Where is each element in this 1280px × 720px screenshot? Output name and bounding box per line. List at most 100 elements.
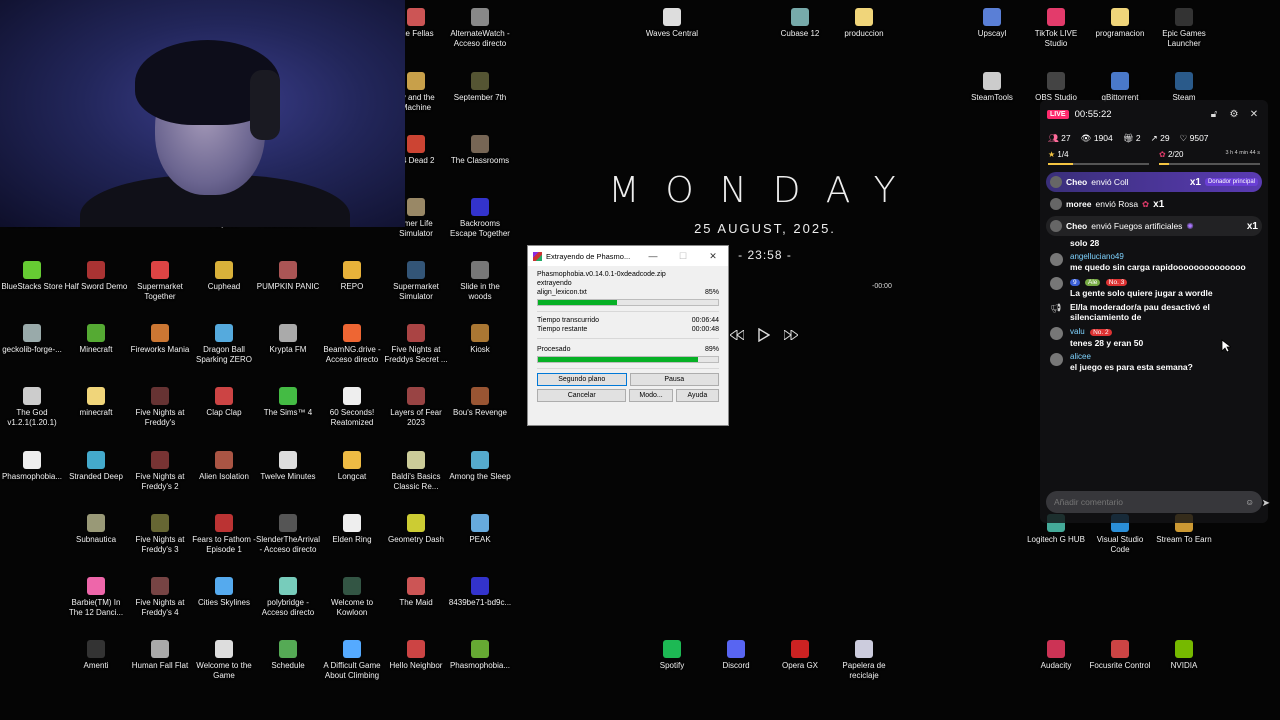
desktop-icon[interactable]: Focusrite Control (1088, 640, 1152, 671)
close-icon[interactable]: ✕ (1247, 107, 1261, 121)
settings-icon[interactable]: ⚙︎ (1227, 107, 1241, 121)
mode-button[interactable]: Modo... (629, 389, 673, 402)
desktop-icon[interactable]: Slide in the woods (448, 261, 512, 302)
desktop-icon[interactable]: Subnautica (64, 514, 128, 545)
desktop-icon[interactable]: Spotify (640, 640, 704, 671)
desktop-icon[interactable]: Alien Isolation (192, 451, 256, 482)
desktop-icon[interactable]: Five Nights at Freddy's 3 (128, 514, 192, 555)
desktop-icon[interactable]: Cubase 12 (768, 8, 832, 39)
background-button[interactable]: Segundo plano (537, 373, 627, 386)
desktop-icon[interactable]: Human Fall Flat (128, 640, 192, 671)
desktop-icon[interactable]: The Maid (384, 577, 448, 608)
desktop-icon[interactable]: Opera GX (768, 640, 832, 671)
desktop-icon[interactable]: SlenderTheArrival - Acceso directo (256, 514, 320, 555)
desktop-icon[interactable]: The Sims™ 4 (256, 387, 320, 418)
desktop-icon[interactable]: September 7th (448, 72, 512, 103)
chat-stats: 👥︎ 27 👁︎ 1904 🎁︎ 2 ↗ 29 ♡ 9507 (1040, 128, 1268, 148)
desktop-icon[interactable]: geckolib-forge-... (0, 324, 64, 355)
desktop-icon[interactable]: Welcome to the Game (192, 640, 256, 681)
desktop-icon[interactable]: minecraft (64, 387, 128, 418)
desktop-icon[interactable]: Phasmophobia... (0, 451, 64, 482)
desktop-icon[interactable]: Steam (1152, 72, 1216, 103)
desktop-icon[interactable]: Minecraft (64, 324, 128, 355)
desktop-icon[interactable]: SteamTools (960, 72, 1024, 103)
play-icon[interactable] (758, 328, 770, 342)
dialog-titlebar[interactable]: Extrayendo de Phasmo... — ☐ ✕ (528, 246, 728, 266)
close-button[interactable]: ✕ (698, 246, 728, 266)
desktop-icon[interactable]: Five Nights at Freddys Secret ... (384, 324, 448, 365)
desktop-icon[interactable]: programacion (1088, 8, 1152, 39)
desktop-icon[interactable]: Layers of Fear 2023 (384, 387, 448, 428)
desktop-icon[interactable]: Fears to Fathom - Episode 1 (192, 514, 256, 555)
desktop-icon[interactable]: BlueStacks Store (0, 261, 64, 292)
desktop-icon-label: SlenderTheArrival - Acceso directo (256, 535, 320, 554)
desktop-icon[interactable]: The God v1.2.1(1.20.1) (0, 387, 64, 428)
rewind-icon[interactable] (730, 330, 744, 340)
desktop-icon[interactable]: BeamNG.drive - Acceso directo (320, 324, 384, 365)
desktop-icon[interactable]: A Difficult Game About Climbing (320, 640, 384, 681)
desktop-icon[interactable]: Twelve Minutes (256, 451, 320, 482)
desktop-icon[interactable]: Welcome to Kowloon (320, 577, 384, 618)
desktop-icon[interactable]: REPO (320, 261, 384, 292)
desktop-icon[interactable]: Audacity (1024, 640, 1088, 671)
desktop-icon[interactable]: polybridge - Acceso directo (256, 577, 320, 618)
fast-forward-icon[interactable] (784, 330, 798, 340)
desktop-icon[interactable]: Discord (704, 640, 768, 671)
desktop-icon[interactable]: Waves Central (640, 8, 704, 39)
emoji-icon[interactable]: ☺ (1245, 497, 1254, 507)
desktop-icon[interactable]: Fireworks Mania (128, 324, 192, 355)
desktop-icon[interactable]: Backrooms Escape Together (448, 198, 512, 239)
desktop-icon[interactable]: PUMPKIN PANIC (256, 261, 320, 292)
app-icon (23, 387, 41, 405)
send-icon[interactable]: ➤ (1262, 498, 1270, 509)
desktop-icon[interactable]: Stranded Deep (64, 451, 128, 482)
cancel-button[interactable]: Cancelar (537, 389, 627, 402)
desktop-icon[interactable]: OBS Studio (1024, 72, 1088, 103)
desktop-icon[interactable]: Barbie(TM) In The 12 Danci... (64, 577, 128, 618)
megaphone-icon: 📢︎ (1050, 303, 1062, 313)
desktop-icon[interactable]: Geometry Dash (384, 514, 448, 545)
desktop-icon[interactable]: Half Sword Demo (64, 261, 128, 292)
desktop-icon[interactable]: Epic Games Launcher (1152, 8, 1216, 49)
desktop-icon[interactable]: qBittorrent (1088, 72, 1152, 103)
desktop-icon[interactable]: Hello Neighbor (384, 640, 448, 671)
desktop-icon[interactable]: Five Nights at Freddy's 2 (128, 451, 192, 492)
desktop-icon[interactable]: Phasmophobia... (448, 640, 512, 671)
desktop-icon[interactable]: Cities Skylines (192, 577, 256, 608)
desktop-icon[interactable]: Krypta FM (256, 324, 320, 355)
desktop-icon[interactable]: Elden Ring (320, 514, 384, 545)
app-icon (983, 72, 1001, 90)
desktop-icon[interactable]: Dragon Ball Sparking ZERO (192, 324, 256, 365)
desktop-icon[interactable]: AlternateWatch - Acceso directo (448, 8, 512, 49)
desktop-icon[interactable]: The Classrooms (448, 135, 512, 166)
desktop-icon[interactable]: Five Nights at Freddy's (128, 387, 192, 428)
desktop-icon[interactable]: PEAK (448, 514, 512, 545)
desktop-icon[interactable]: Papelera de reciclaje (832, 640, 896, 681)
desktop-icon[interactable]: Bou's Revenge (448, 387, 512, 418)
desktop-icon[interactable]: Schedule (256, 640, 320, 671)
comment-input[interactable] (1054, 497, 1246, 507)
lock-icon[interactable]: 🔓︎ (1207, 107, 1221, 121)
desktop-icon[interactable]: Kiosk (448, 324, 512, 355)
desktop-icon[interactable]: Five Nights at Freddy's 4 (128, 577, 192, 618)
desktop-icon[interactable]: 60 Seconds! Reatomized (320, 387, 384, 428)
desktop-icon[interactable]: Clap Clap (192, 387, 256, 418)
desktop-icon-label: Krypta FM (269, 345, 307, 354)
desktop-icon[interactable]: Longcat (320, 451, 384, 482)
desktop-icon[interactable]: TikTok LIVE Studio (1024, 8, 1088, 49)
current-file: align_lexicon.txt (537, 289, 587, 296)
desktop-icon[interactable]: Amenti (64, 640, 128, 671)
desktop-icon[interactable]: produccion (832, 8, 896, 39)
desktop-icon[interactable]: Upscayl (960, 8, 1024, 39)
minimize-button[interactable]: — (638, 246, 668, 266)
desktop-icon[interactable]: Among the Sleep (448, 451, 512, 482)
app-icon (407, 72, 425, 90)
desktop-icon[interactable]: Supermarket Together (128, 261, 192, 302)
help-button[interactable]: Ayuda (675, 389, 719, 402)
desktop-icon[interactable]: Cuphead (192, 261, 256, 292)
desktop-icon[interactable]: Supermarket Simulator (384, 261, 448, 302)
desktop-icon[interactable]: Baldi's Basics Classic Re... (384, 451, 448, 492)
desktop-icon[interactable]: NVIDIA (1152, 640, 1216, 671)
pause-button[interactable]: Pausa (629, 373, 719, 386)
desktop-icon[interactable]: 8439be71-bd9c... (448, 577, 512, 608)
